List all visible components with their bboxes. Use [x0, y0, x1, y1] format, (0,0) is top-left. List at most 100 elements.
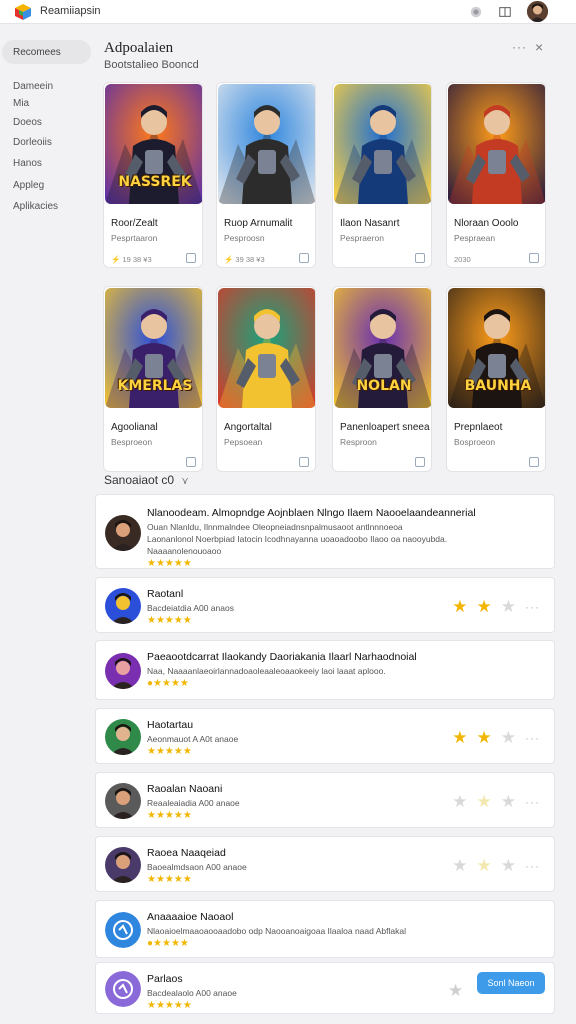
info-icon[interactable]	[529, 457, 539, 467]
sidebar-item[interactable]: Aplikacies	[13, 201, 58, 212]
game-publisher: Resproon	[340, 437, 377, 447]
chevron-down-icon[interactable]: ⋎	[181, 476, 188, 487]
review-title: Anaaaaioe Naoaol	[147, 911, 234, 923]
user-avatar[interactable]	[527, 1, 548, 22]
info-icon[interactable]	[529, 253, 539, 263]
rating-control[interactable]: ★ ★ ★ ···	[452, 793, 540, 810]
game-card[interactable]: KMERLAS Agoolianal Besproeon	[103, 286, 203, 472]
more-options-icon[interactable]: ···	[525, 859, 540, 873]
reviewer-avatar[interactable]	[105, 719, 141, 755]
rate-star-icon[interactable]: ★	[477, 729, 492, 746]
review-row[interactable]: Raoalan Naoani Reaaleaiadia A00 anaoe ★★★…	[95, 772, 555, 828]
review-text: Aeonmauot A A0t anaoe	[147, 734, 239, 744]
review-row[interactable]: Nlanoodeam. Almopndge Aojnblaen Nlngo Il…	[95, 494, 555, 569]
game-card[interactable]: NASSREK Roor/Zealt Pesprtaaron ⚡ 19 38 ¥…	[103, 82, 203, 268]
info-icon[interactable]	[299, 457, 309, 467]
game-publisher: Pesproosn	[224, 233, 265, 243]
review-row[interactable]: Haotartau Aeonmauot A A0t anaoe ★★★★★ ★ ★ ★ ·…	[95, 708, 555, 764]
review-text: Nlaoaioelmaaoaooaadobo odp Naooanoaigoaa…	[147, 926, 406, 936]
section-title: Sanoaiaot c0 ⋎	[104, 473, 189, 487]
game-card[interactable]: Angortaltal Pepsoean	[216, 286, 316, 472]
sidebar-item[interactable]: Appleg	[13, 180, 44, 191]
rating-control[interactable]: ★ ★ ★ ···	[452, 857, 540, 874]
game-title: Panenloapert sneea	[340, 422, 430, 433]
game-publisher: Bosproeon	[454, 437, 496, 447]
game-card[interactable]: BAUNHA Prepnlaeot Bosproeon	[446, 286, 546, 472]
info-icon[interactable]	[186, 457, 196, 467]
rate-star-icon[interactable]: ★	[452, 857, 467, 874]
rate-star-icon[interactable]: ★	[501, 598, 516, 615]
sidebar-item[interactable]: Hanos	[13, 158, 42, 169]
page-subtitle: Bootstalieo Booncd	[104, 59, 199, 71]
reviewer-avatar[interactable]	[105, 588, 141, 624]
more-options-icon[interactable]: ···	[512, 40, 527, 54]
game-cover-art: BAUNHA	[448, 288, 545, 408]
more-options-icon[interactable]: ···	[525, 600, 540, 614]
review-row[interactable]: Paeaootdcarrat Ilaokandy Daoriakania Ila…	[95, 640, 555, 700]
install-button[interactable]: Sonl Naeon	[477, 972, 545, 994]
reviewer-avatar[interactable]	[105, 653, 141, 689]
rate-star-icon[interactable]: ★	[448, 981, 463, 1001]
sidebar-item[interactable]: Dorleoiis	[13, 137, 52, 148]
game-cover-art: NOLAN	[334, 288, 431, 408]
game-title: Roor/Zealt	[111, 218, 158, 229]
rate-star-icon[interactable]: ★	[477, 857, 492, 874]
sidebar-item[interactable]: Mia	[13, 98, 29, 109]
rate-star-icon[interactable]: ★	[501, 857, 516, 874]
cover-title-text: BAUNHA	[464, 378, 532, 394]
review-row[interactable]: Anaaaaioe Naoaol Nlaoaioelmaaoaooaadobo …	[95, 900, 555, 958]
rate-star-icon[interactable]: ★	[452, 729, 467, 746]
review-stars: ●★★★★	[147, 678, 189, 689]
review-text: Ouan Nlanldu, Ilnnmalndee Oleopneiadnsnp…	[147, 522, 403, 532]
reviewer-avatar[interactable]	[105, 515, 141, 551]
close-icon[interactable]: ×	[535, 39, 543, 55]
more-options-icon[interactable]: ···	[525, 795, 540, 809]
info-icon[interactable]	[186, 253, 196, 263]
settings-icon[interactable]	[468, 4, 484, 20]
game-title: Ilaon Nasanrt	[340, 218, 400, 229]
reviewer-avatar[interactable]	[105, 783, 141, 819]
rate-star-icon[interactable]: ★	[501, 729, 516, 746]
review-row[interactable]: Raotanl Bacdeiatdia A00 anaos ★★★★★ ★ ★ ★ ···	[95, 577, 555, 633]
review-text: Naa, Naaaanlaeoirlannadoaoleaaleoaaokeei…	[147, 666, 386, 676]
rate-star-icon[interactable]: ★	[452, 793, 467, 810]
review-title: Haotartau	[147, 719, 194, 731]
rating-control[interactable]: ★ ★ ★ ···	[452, 598, 540, 615]
rate-star-icon[interactable]: ★	[452, 598, 467, 615]
rate-star-icon[interactable]: ★	[501, 793, 516, 810]
review-stars: ★★★★★	[147, 1000, 192, 1011]
sidebar-item-active[interactable]: Recomees	[2, 40, 91, 64]
game-card[interactable]: Nloraan Ooolo Pespraean 2030	[446, 82, 546, 268]
more-options-icon[interactable]: ···	[525, 731, 540, 745]
info-icon[interactable]	[299, 253, 309, 263]
review-stars: ★★★★★	[147, 810, 192, 821]
info-icon[interactable]	[415, 253, 425, 263]
cube-logo-icon	[13, 2, 33, 22]
game-card[interactable]: NOLAN Panenloapert sneea Resproon	[332, 286, 432, 472]
reviewer-avatar[interactable]	[105, 847, 141, 883]
game-card[interactable]: Ilaon Nasanrt Pespraeron	[332, 82, 432, 268]
game-card[interactable]: Ruop Arnumalit Pesproosn ⚡ 39 38 ¥3	[216, 82, 316, 268]
game-cover-art: NASSREK	[105, 84, 202, 204]
cover-title-text: NASSREK	[118, 174, 192, 190]
sidebar-item[interactable]: Doeos	[13, 117, 42, 128]
split-icon[interactable]	[497, 4, 513, 20]
rate-star-icon[interactable]: ★	[477, 793, 492, 810]
game-publisher: Besproeon	[111, 437, 153, 447]
reviewer-avatar[interactable]	[105, 971, 141, 1007]
review-stars: ★★★★★	[147, 558, 192, 569]
page-title: Adpoalaien	[104, 40, 174, 56]
review-title: Parlaos	[147, 973, 183, 985]
sidebar-item[interactable]: Dameein	[13, 81, 53, 92]
reviewer-avatar[interactable]	[105, 912, 141, 948]
cover-title-text: KMERLAS	[117, 378, 193, 394]
review-title: Raoalan Naoani	[147, 783, 223, 795]
review-row[interactable]: Raoea Naaqeiad Baoealmdsaon A00 anaoe ★★★…	[95, 836, 555, 892]
review-text: Bacdeiatdia A00 anaos	[147, 603, 234, 613]
rate-star-icon[interactable]: ★	[477, 598, 492, 615]
info-icon[interactable]	[415, 457, 425, 467]
game-meta: 2030	[454, 255, 471, 264]
review-text: Reaaleaiadia A00 anaoe	[147, 798, 240, 808]
review-title: Raotanl	[147, 588, 184, 600]
rating-control[interactable]: ★ ★ ★ ···	[452, 729, 540, 746]
